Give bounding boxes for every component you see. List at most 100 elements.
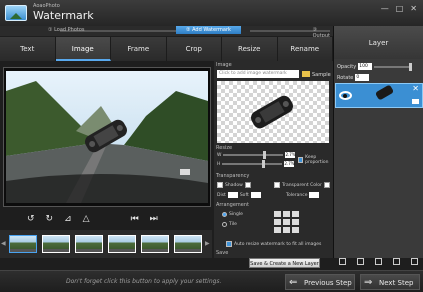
tile-radio[interactable] bbox=[222, 222, 227, 227]
tab-crop[interactable]: Crop bbox=[167, 37, 222, 61]
shadow-label: Shadow bbox=[225, 182, 243, 188]
thumbnail[interactable] bbox=[42, 235, 70, 253]
dist-input[interactable] bbox=[227, 192, 238, 198]
opacity-slider-knob[interactable] bbox=[409, 62, 413, 71]
position-cell[interactable] bbox=[274, 219, 281, 225]
tab-rename[interactable]: Rename bbox=[278, 37, 333, 61]
width-slider[interactable] bbox=[223, 151, 284, 159]
previous-step-button[interactable]: ⇐ Previous Step bbox=[285, 274, 355, 290]
shadow-color-swatch[interactable] bbox=[244, 182, 251, 188]
save-create-layer-button[interactable]: Save & Create a New Layer bbox=[249, 258, 320, 268]
rotate-input[interactable]: 0 bbox=[355, 74, 370, 81]
folder-icon[interactable] bbox=[302, 71, 310, 77]
tolerance-input[interactable] bbox=[309, 192, 320, 198]
tab-image[interactable]: Image bbox=[55, 37, 111, 61]
bottom-bar: Don't forget click this button to apply … bbox=[0, 270, 423, 292]
height-slider-knob[interactable] bbox=[262, 160, 266, 168]
tile-row: Tile bbox=[222, 222, 237, 227]
step-add-watermark[interactable]: ② Add Watermark bbox=[176, 26, 241, 34]
app-title: Watermark bbox=[33, 9, 94, 22]
tolerance-label: Tolerance bbox=[286, 192, 308, 198]
position-cell[interactable] bbox=[274, 227, 281, 233]
new-layer-icon[interactable] bbox=[338, 258, 346, 265]
rotate-left-icon[interactable]: ↺ bbox=[27, 215, 35, 224]
close-icon[interactable]: ✕ bbox=[410, 4, 417, 13]
sample-link[interactable]: Sample bbox=[312, 72, 331, 78]
eye-icon[interactable] bbox=[339, 91, 352, 100]
width-label: W bbox=[217, 152, 222, 158]
height-slider[interactable] bbox=[222, 160, 283, 168]
auto-resize-checkbox[interactable] bbox=[226, 241, 232, 247]
previous-photo-icon[interactable]: ⏮ bbox=[131, 215, 139, 224]
tab-frame[interactable]: Frame bbox=[111, 37, 167, 61]
thumbnail[interactable] bbox=[75, 235, 103, 253]
image-type-icon bbox=[412, 99, 419, 104]
height-row: H 2.7% bbox=[217, 160, 295, 168]
next-step-button[interactable]: ⇒ Next Step bbox=[360, 274, 420, 290]
position-cell[interactable] bbox=[283, 227, 290, 233]
tool-tabs: Text Image Frame Crop Resize Rename bbox=[0, 37, 333, 61]
position-cell[interactable] bbox=[292, 227, 299, 233]
layer-panel: Layer Opacity 100 Rotate 0 ✕ bbox=[333, 26, 423, 258]
transparent-color-label: Transparent Color bbox=[282, 182, 322, 188]
scroll-left-icon[interactable]: ◀ bbox=[1, 240, 6, 247]
step-load-photos[interactable]: ① Load Photos bbox=[48, 27, 85, 33]
transparent-color-checkbox[interactable] bbox=[274, 182, 280, 188]
thumbnail[interactable] bbox=[141, 235, 169, 253]
single-label: Single bbox=[229, 212, 243, 217]
position-cell[interactable] bbox=[283, 219, 290, 225]
layer-toolbar bbox=[333, 258, 423, 268]
width-slider-knob[interactable] bbox=[263, 151, 267, 159]
save-section-label: Save bbox=[216, 250, 229, 256]
dist-label: Dist bbox=[217, 192, 226, 198]
position-cell[interactable] bbox=[283, 211, 290, 217]
move-down-icon[interactable] bbox=[374, 258, 382, 265]
flip-horizontal-icon[interactable]: △ bbox=[83, 215, 90, 224]
rotate-right-icon[interactable]: ↻ bbox=[46, 215, 54, 224]
arrow-left-icon: ⇐ bbox=[289, 277, 298, 288]
game-console-icon bbox=[251, 95, 293, 129]
keep-proportion-checkbox[interactable] bbox=[298, 157, 304, 163]
minimize-icon[interactable]: — bbox=[381, 4, 389, 13]
height-value[interactable]: 2.7% bbox=[284, 161, 295, 167]
scroll-right-icon[interactable]: ▶ bbox=[205, 240, 210, 247]
image-path-input[interactable]: Click to add image watermark bbox=[217, 70, 299, 78]
tab-resize[interactable]: Resize bbox=[222, 37, 278, 61]
move-up-icon[interactable] bbox=[356, 258, 364, 265]
flip-vertical-icon[interactable]: ⊿ bbox=[64, 215, 72, 224]
single-radio[interactable] bbox=[222, 212, 227, 217]
position-cell[interactable] bbox=[274, 211, 281, 217]
thumbnail-strip: ◀ ▶ bbox=[0, 230, 212, 258]
import-icon[interactable] bbox=[392, 258, 400, 265]
export-icon[interactable] bbox=[410, 258, 418, 265]
opacity-input[interactable]: 100 bbox=[358, 63, 373, 70]
apply-hint: Don't forget click this button to apply … bbox=[66, 278, 222, 285]
maximize-icon[interactable]: □ bbox=[396, 4, 404, 13]
transparent-color-swatch[interactable] bbox=[323, 182, 330, 188]
keep-proportion-row: Keep proportion bbox=[298, 155, 333, 165]
position-cell[interactable] bbox=[292, 211, 299, 217]
delete-layer-icon[interactable]: ✕ bbox=[412, 84, 419, 93]
step-progress: ① Load Photos ② Add Watermark ③ Output bbox=[0, 26, 333, 39]
soft-input[interactable] bbox=[250, 192, 261, 198]
next-photo-icon[interactable]: ⏭ bbox=[150, 215, 158, 224]
tab-text[interactable]: Text bbox=[0, 37, 56, 61]
layer-thumbnail bbox=[374, 84, 395, 101]
height-label: H bbox=[217, 161, 221, 167]
position-cell[interactable] bbox=[292, 219, 299, 225]
watermark-image-preview bbox=[217, 81, 329, 143]
layer-item[interactable]: ✕ bbox=[335, 83, 423, 108]
opacity-slider[interactable] bbox=[374, 62, 413, 71]
tolerance-row: Tolerance bbox=[286, 192, 320, 198]
rotate-label: Rotate bbox=[337, 74, 354, 81]
next-step-label: Next Step bbox=[379, 279, 414, 287]
single-row: Single bbox=[222, 212, 243, 217]
width-value[interactable]: 2.7% bbox=[285, 152, 296, 158]
thumbnail[interactable] bbox=[174, 235, 202, 253]
shadow-checkbox[interactable] bbox=[217, 182, 223, 188]
photo-preview[interactable] bbox=[3, 67, 211, 207]
previous-step-label: Previous Step bbox=[304, 279, 352, 287]
thumbnail[interactable] bbox=[108, 235, 136, 253]
thumbnail[interactable] bbox=[9, 235, 37, 253]
opacity-row: Opacity 100 bbox=[337, 62, 413, 71]
